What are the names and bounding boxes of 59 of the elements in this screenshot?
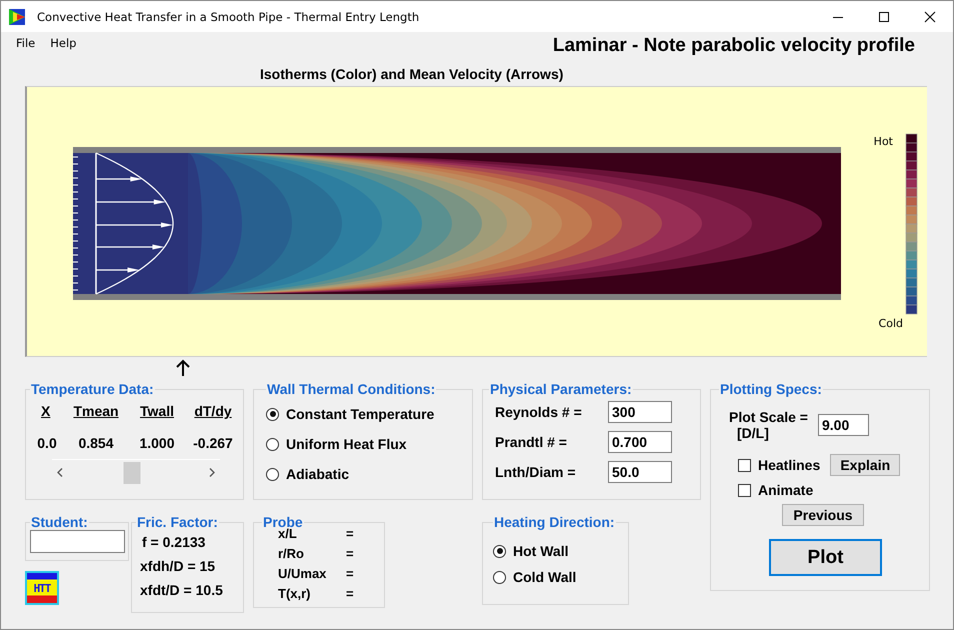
slider-thumb[interactable]: [123, 462, 140, 484]
window-title: Convective Heat Transfer in a Smooth Pipe - Thermal Entry Length: [37, 10, 420, 24]
value-text: 0.0: [37, 435, 57, 451]
group-title: Plotting Specs:: [719, 381, 823, 397]
parameter-label: Lnth/Diam =: [495, 464, 576, 480]
parameter-field[interactable]: 50.0: [608, 461, 672, 483]
radio-option[interactable]: Cold Wall: [493, 564, 618, 590]
equals-sign: =: [346, 526, 355, 542]
group-title: Physical Parameters:: [489, 381, 633, 397]
menu-item[interactable]: Help: [50, 36, 76, 50]
parameter-field[interactable]: 300: [608, 401, 672, 423]
radio-option[interactable]: Hot Wall: [493, 538, 618, 564]
friction-value: f = 0.2133: [142, 534, 206, 550]
group-title: Fric. Factor:: [136, 514, 219, 530]
htt-logo[interactable]: HTT: [25, 571, 59, 605]
value-text: -0.267: [193, 435, 233, 451]
animate-checkbox[interactable]: Animate: [738, 482, 921, 498]
menu-item[interactable]: File: [16, 36, 36, 50]
radio-option[interactable]: Constant Temperature: [266, 399, 460, 429]
parameter-label: Reynolds # =: [495, 404, 582, 420]
plot-button[interactable]: Plot: [769, 539, 882, 576]
plot-scale-label: Plot Scale =: [729, 409, 808, 425]
value-text: 0.854: [78, 435, 114, 451]
cold-label: Cold: [878, 317, 903, 330]
close-icon[interactable]: [924, 10, 936, 22]
plot-scale-field[interactable]: 9.00: [818, 414, 869, 436]
column-header: Tmean: [73, 403, 119, 419]
parameter-field[interactable]: 0.700: [608, 431, 672, 453]
maximize-icon[interactable]: [878, 10, 890, 22]
probe-label: T(x,r): [278, 586, 312, 602]
equals-sign: =: [346, 566, 355, 582]
probe-label: r/Ro: [278, 546, 305, 562]
group-title: Wall Thermal Conditions:: [266, 381, 436, 397]
column-header: X: [41, 403, 50, 419]
friction-value: xfdt/D = 10.5: [140, 582, 224, 598]
equals-sign: =: [346, 586, 355, 602]
radio-option[interactable]: Uniform Heat Flux: [266, 429, 460, 459]
up-arrow-icon: [176, 359, 190, 377]
value-text: 1.000: [139, 435, 175, 451]
explain-button[interactable]: Explain: [830, 454, 900, 476]
group-title: Heating Direction:: [493, 514, 616, 530]
position-slider[interactable]: [52, 459, 220, 484]
parameter-label: Prandtl # =: [495, 434, 567, 450]
plot-title: Isotherms (Color) and Mean Velocity (Arrows): [260, 66, 564, 82]
previous-button[interactable]: Previous: [782, 504, 864, 526]
hot-label: Hot: [874, 135, 893, 148]
student-field[interactable]: [30, 530, 125, 553]
column-header: dT/dy: [194, 403, 232, 419]
radio-option[interactable]: Adiabatic: [266, 459, 460, 489]
app-icon: [9, 8, 25, 24]
probe-label: U/Umax: [278, 566, 328, 582]
heatlines-checkbox[interactable]: Heatlines: [738, 457, 820, 473]
group-title: Student:: [30, 514, 89, 530]
group-title: Temperature Data:: [30, 381, 155, 397]
friction-value: xfdh/D = 15: [140, 558, 216, 574]
equals-sign: =: [346, 546, 355, 562]
column-header: Twall: [140, 403, 174, 419]
unit-label: [D/L]: [737, 425, 770, 441]
flow-regime-heading: Laminar - Note parabolic velocity profile: [552, 35, 915, 57]
